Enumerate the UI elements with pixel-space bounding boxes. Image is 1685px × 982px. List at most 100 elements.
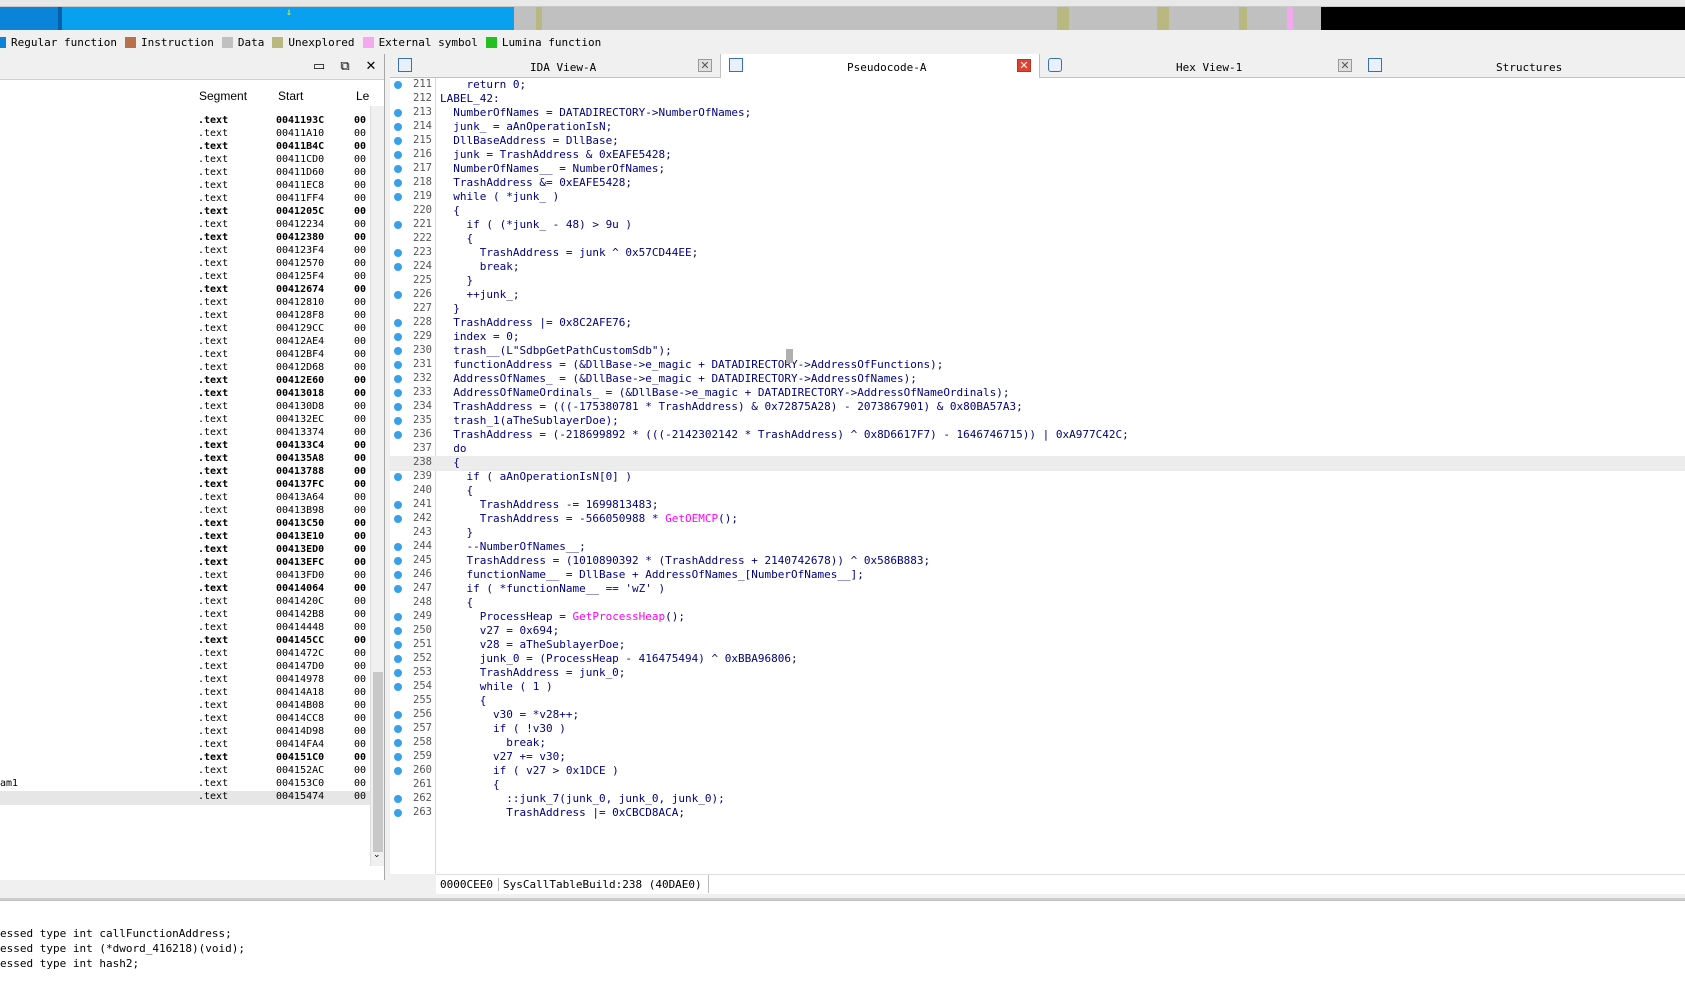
- code-line[interactable]: 245 TrashAddress = (1010890392 * (TrashA…: [390, 554, 1685, 569]
- code-line[interactable]: 228 TrashAddress |= 0x8C2AFE76;: [390, 316, 1685, 331]
- column-start[interactable]: Start: [278, 89, 303, 103]
- segment-row[interactable]: .text 00414D98 00: [0, 726, 370, 740]
- breakpoint-dot-icon[interactable]: [394, 515, 402, 523]
- breakpoint-dot-icon[interactable]: [394, 501, 402, 509]
- segment-row[interactable]: .text 004147D0 00: [0, 661, 370, 675]
- breakpoint-dot-icon[interactable]: [394, 431, 402, 439]
- breakpoint-dot-icon[interactable]: [394, 193, 402, 201]
- code-line[interactable]: 219 while ( *junk_ ): [390, 190, 1685, 205]
- breakpoint-dot-icon[interactable]: [394, 543, 402, 551]
- segment-row[interactable]: .text 00414448 00: [0, 622, 370, 636]
- segment-row[interactable]: .text 00414064 00: [0, 583, 370, 597]
- segment-row[interactable]: .text 0041472C 00: [0, 648, 370, 662]
- tab-pseudocode-a[interactable]: Pseudocode-A ✕: [720, 54, 1040, 78]
- breakpoint-dot-icon[interactable]: [394, 319, 402, 327]
- code-line[interactable]: 256 v30 = *v28++;: [390, 708, 1685, 723]
- segment-row[interactable]: .text 0041193C 00: [0, 115, 370, 129]
- code-line[interactable]: 217 NumberOfNames__ = NumberOfNames;: [390, 162, 1685, 177]
- code-line[interactable]: 232 AddressOfNames_ = (&DllBase->e_magic…: [390, 372, 1685, 387]
- segment-row[interactable]: .text 00413EFC 00: [0, 557, 370, 571]
- segment-row[interactable]: .text 00412674 00: [0, 284, 370, 298]
- tab-close-icon[interactable]: ✕: [698, 59, 712, 72]
- code-line[interactable]: 262 ::junk_7(junk_0, junk_0, junk_0);: [390, 792, 1685, 807]
- segment-row[interactable]: .text 00412D68 00: [0, 362, 370, 376]
- breakpoint-dot-icon[interactable]: [394, 249, 402, 257]
- breakpoint-dot-icon[interactable]: [394, 151, 402, 159]
- segment-row[interactable]: .text 00413B98 00: [0, 505, 370, 519]
- code-line[interactable]: 241 TrashAddress -= 1699813483;: [390, 498, 1685, 513]
- segment-row[interactable]: .text 00413018 00: [0, 388, 370, 402]
- breakpoint-dot-icon[interactable]: [394, 291, 402, 299]
- segment-row[interactable]: .text 00413ED0 00: [0, 544, 370, 558]
- segment-row[interactable]: .text 0041205C 00: [0, 206, 370, 220]
- code-line[interactable]: 225 }: [390, 274, 1685, 289]
- segment-row[interactable]: .text 00411EC8 00: [0, 180, 370, 194]
- breakpoint-dot-icon[interactable]: [394, 333, 402, 341]
- segment-row[interactable]: .text 00414A18 00: [0, 687, 370, 701]
- segment-row[interactable]: .text 00414B08 00: [0, 700, 370, 714]
- code-line[interactable]: 260 if ( v27 > 0x1DCE ): [390, 764, 1685, 779]
- segment-row[interactable]: .text 00413FD0 00: [0, 570, 370, 584]
- float-icon[interactable]: ⧉: [336, 58, 354, 76]
- code-line[interactable]: 234 TrashAddress = (((-175380781 * Trash…: [390, 400, 1685, 415]
- segment-row[interactable]: .text 004145CC 00: [0, 635, 370, 649]
- code-line[interactable]: 218 TrashAddress &= 0xEAFE5428;: [390, 176, 1685, 191]
- segment-row[interactable]: .text 004137FC 00: [0, 479, 370, 493]
- scroll-down-icon[interactable]: ⌄: [373, 850, 381, 860]
- code-line[interactable]: 243 }: [390, 526, 1685, 541]
- segment-row[interactable]: .text 00413374 00: [0, 427, 370, 441]
- breakpoint-dot-icon[interactable]: [394, 627, 402, 635]
- segment-row[interactable]: .text 00412E60 00: [0, 375, 370, 389]
- output-window[interactable]: essed type int callFunctionAddress; esse…: [0, 900, 1685, 982]
- code-line[interactable]: 246 functionName__ = DllBase + AddressOf…: [390, 568, 1685, 583]
- segment-row[interactable]: .text 004153C0 00 am1: [0, 778, 370, 792]
- code-line[interactable]: 259 v27 += v30;: [390, 750, 1685, 765]
- code-line[interactable]: 242 TrashAddress = -566050988 * GetOEMCP…: [390, 512, 1685, 527]
- segment-row[interactable]: .text 00411D60 00: [0, 167, 370, 181]
- segment-row[interactable]: .text 00413788 00: [0, 466, 370, 480]
- code-line[interactable]: 233 AddressOfNameOrdinals_ = (&DllBase->…: [390, 386, 1685, 401]
- breakpoint-dot-icon[interactable]: [394, 137, 402, 145]
- segment-row[interactable]: .text 004135A8 00: [0, 453, 370, 467]
- code-line[interactable]: 252 junk_0 = (ProcessHeap - 416475494) ^…: [390, 652, 1685, 667]
- code-line[interactable]: 238 {: [390, 456, 1685, 471]
- code-line[interactable]: 230 trash__(L"SdbpGetPathCustomSdb");: [390, 344, 1685, 359]
- segment-row[interactable]: .text 004133C4 00: [0, 440, 370, 454]
- segment-row[interactable]: .text 004128F8 00: [0, 310, 370, 324]
- code-line[interactable]: 255 {: [390, 694, 1685, 709]
- breakpoint-dot-icon[interactable]: [394, 263, 402, 271]
- code-line[interactable]: 257 if ( !v30 ): [390, 722, 1685, 737]
- code-line[interactable]: 213 NumberOfNames = DATADIRECTORY->Numbe…: [390, 106, 1685, 121]
- code-line[interactable]: 258 break;: [390, 736, 1685, 751]
- code-line[interactable]: 261 {: [390, 778, 1685, 793]
- code-line[interactable]: 222 {: [390, 232, 1685, 247]
- segment-row[interactable]: .text 004142B8 00: [0, 609, 370, 623]
- breakpoint-dot-icon[interactable]: [394, 809, 402, 817]
- code-line[interactable]: 229 index = 0;: [390, 330, 1685, 345]
- code-line[interactable]: 250 v27 = 0x694;: [390, 624, 1685, 639]
- pseudocode-view[interactable]: 211 return 0; 212 LABEL_42: 213 NumberOfNam…: [390, 78, 1685, 874]
- breakpoint-dot-icon[interactable]: [394, 81, 402, 89]
- breakpoint-dot-icon[interactable]: [394, 795, 402, 803]
- segment-row[interactable]: .text 004125F4 00: [0, 271, 370, 285]
- code-line[interactable]: 214 junk_ = aAnOperationIsN;: [390, 120, 1685, 135]
- segment-row[interactable]: .text 004129CC 00: [0, 323, 370, 337]
- breakpoint-dot-icon[interactable]: [394, 375, 402, 383]
- breakpoint-dot-icon[interactable]: [394, 473, 402, 481]
- segment-row[interactable]: .text 004130D8 00: [0, 401, 370, 415]
- code-line[interactable]: 235 trash_1(aTheSublayerDoe);: [390, 414, 1685, 429]
- code-line[interactable]: 215 DllBaseAddress = DllBase;: [390, 134, 1685, 149]
- navigation-band[interactable]: ⇓: [0, 7, 1685, 30]
- tab-close-icon[interactable]: ✕: [1338, 59, 1352, 72]
- code-line[interactable]: 247 if ( *functionName__ == 'wZ' ): [390, 582, 1685, 597]
- code-line[interactable]: 227 }: [390, 302, 1685, 317]
- breakpoint-dot-icon[interactable]: [394, 739, 402, 747]
- tab-structures[interactable]: Structures: [1360, 54, 1685, 78]
- code-line[interactable]: 223 TrashAddress = junk ^ 0x57CD44EE;: [390, 246, 1685, 261]
- code-line[interactable]: 240 {: [390, 484, 1685, 499]
- code-line[interactable]: 253 TrashAddress = junk_0;: [390, 666, 1685, 681]
- breakpoint-dot-icon[interactable]: [394, 123, 402, 131]
- code-line[interactable]: 249 ProcessHeap = GetProcessHeap();: [390, 610, 1685, 625]
- segment-row[interactable]: .text 004152AC 00: [0, 765, 370, 779]
- segment-row[interactable]: .text 004132EC 00: [0, 414, 370, 428]
